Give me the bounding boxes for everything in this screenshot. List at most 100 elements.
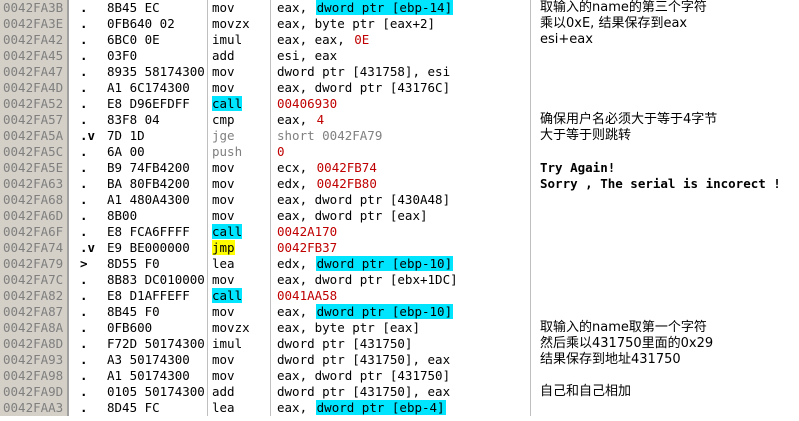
instruction-row[interactable]: 0042FA74 .v E9 BE000000 jmp 0042FB37 <box>0 240 799 256</box>
instruction-row[interactable]: 0042FA52. E8 D96EFDFF call 00406930 <box>0 96 799 112</box>
column-divider <box>67 176 69 192</box>
mnemonic-cell: mov <box>212 352 270 368</box>
mnemonic-text: mov <box>212 64 235 79</box>
instruction-row[interactable]: 0042FAA3. 8D45 FC lea eax, dword ptr [ebp-4… <box>0 400 799 416</box>
column-divider <box>207 304 208 320</box>
column-divider <box>207 288 208 304</box>
instruction-row[interactable]: 0042FA79 >8D55 F0 lea edx, dword ptr [ebp-1… <box>0 256 799 272</box>
column-divider <box>207 144 208 160</box>
column-divider <box>67 400 69 416</box>
instruction-row[interactable]: 0042FA4D. A1 6C174300 mov eax, dword ptr [4… <box>0 80 799 96</box>
column-divider <box>207 128 208 144</box>
operands-cell: 0041AA58 <box>276 288 338 304</box>
column-divider <box>530 96 531 112</box>
instruction-row[interactable]: 0042FA3B. 8B45 EC mov eax, dword ptr [ebp-1… <box>0 0 799 16</box>
column-divider <box>270 16 271 32</box>
mnemonic-cell: lea <box>212 256 270 272</box>
operands-cell: dword ptr [431758], esi <box>276 64 451 80</box>
comment-cell: 结果保存到地址431750 <box>540 352 681 367</box>
column-divider <box>67 16 69 32</box>
operand-memory-highlight: dword ptr [ebp-10] <box>315 304 454 319</box>
operand-text: eax, <box>277 112 315 127</box>
instruction-row[interactable]: 0042FA63. BA 80FB4200 mov edx, 0042FB80 Sorr… <box>0 176 799 192</box>
jump-marker: . <box>80 368 88 383</box>
instruction-row[interactable]: 0042FA6D. 8B00 mov eax, dword ptr [eax] <box>0 208 799 224</box>
column-divider <box>270 288 271 304</box>
column-divider <box>207 96 208 112</box>
instruction-row[interactable]: 0042FA57. 83F8 04 cmp eax, 4 确保用户名必须大于等于4字节 <box>0 112 799 128</box>
instruction-row[interactable]: 0042FA6F. E8 FCA6FFFF call 0042A170 <box>0 224 799 240</box>
instruction-row[interactable]: 0042FA47. 8935 58174300 mov dword ptr [4317… <box>0 64 799 80</box>
mnemonic-cell: mov <box>212 208 270 224</box>
instruction-row[interactable]: 0042FA8A. 0FB600 movzx eax, byte ptr [eax] 取… <box>0 320 799 336</box>
column-divider <box>270 80 271 96</box>
jump-marker: . <box>80 288 88 303</box>
comment-cell: 确保用户名必须大于等于4字节 <box>540 112 718 127</box>
column-divider <box>207 368 208 384</box>
jump-marker: . <box>80 160 88 175</box>
mnemonic-text: movzx <box>212 320 250 335</box>
column-divider <box>67 144 69 160</box>
address-cell: 0042FA9D <box>0 384 67 400</box>
jump-marker: . <box>80 336 88 351</box>
comment-cell: 然后乘以431750里面的0x29 <box>540 336 714 351</box>
operand-constant: 0042FB74 <box>316 160 377 175</box>
mnemonic-text: cmp <box>212 112 235 127</box>
hex-bytes-cell: E9 BE000000 <box>107 240 190 255</box>
column-divider <box>270 256 271 272</box>
mnemonic-text: imul <box>212 32 243 47</box>
column-divider <box>270 384 271 400</box>
disassembly-listing[interactable]: 0042FA3B. 8B45 EC mov eax, dword ptr [ebp-1… <box>0 0 799 421</box>
column-divider <box>270 224 271 240</box>
operand-memory-highlight: dword ptr [ebp-4] <box>315 400 446 415</box>
operands-cell: edx, 0042FB80 <box>276 176 378 192</box>
column-divider <box>67 96 69 112</box>
column-divider <box>270 272 271 288</box>
column-divider <box>207 48 208 64</box>
mnemonic-text: mov <box>212 160 235 175</box>
operands-cell: ecx, 0042FB74 <box>276 160 378 176</box>
instruction-row[interactable]: 0042FA9D. 0105 50174300 add dword ptr [4317… <box>0 384 799 400</box>
hex-bytes-cell: A1 6C174300 <box>107 80 190 95</box>
column-divider <box>270 400 271 416</box>
column-divider <box>270 64 271 80</box>
instruction-row[interactable]: 0042FA42. 6BC0 0E imul eax, eax, 0E esi+eax <box>0 32 799 48</box>
instruction-row[interactable]: 0042FA87. 8B45 F0 mov eax, dword ptr [ebp-1… <box>0 304 799 320</box>
instruction-row[interactable]: 0042FA93. A3 50174300 mov dword ptr [431750… <box>0 352 799 368</box>
column-divider <box>67 128 69 144</box>
mnemonic-cell: mov <box>212 272 270 288</box>
jump-marker: . <box>80 112 88 127</box>
comment-cell: 取输入的name取第一个字符 <box>540 320 707 335</box>
column-divider <box>270 48 271 64</box>
column-divider <box>207 240 208 256</box>
column-divider <box>67 64 69 80</box>
instruction-row[interactable]: 0042FA82. E8 D1AFFEFF call 0041AA58 <box>0 288 799 304</box>
instruction-row[interactable]: 0042FA3E. 0FB640 02 movzx eax, byte ptr [ea… <box>0 16 799 32</box>
instruction-row[interactable]: 0042FA7C. 8B83 DC010000 mov eax, dword ptr … <box>0 272 799 288</box>
mnemonic-text: mov <box>212 176 235 191</box>
instruction-row[interactable]: 0042FA98. A1 50174300 mov eax, dword ptr [4… <box>0 368 799 384</box>
instruction-row[interactable]: 0042FA5E. B9 74FB4200 mov ecx, 0042FB74 Try … <box>0 160 799 176</box>
address-cell: 0042FA6D <box>0 208 67 224</box>
operand-constant: 0041AA58 <box>277 288 338 303</box>
column-divider <box>67 240 69 256</box>
jump-marker: . <box>80 32 88 47</box>
address-cell: 0042FA74 <box>0 240 67 256</box>
mnemonic-text: movzx <box>212 16 250 31</box>
hex-bytes-cell: B9 74FB4200 <box>107 160 190 175</box>
column-divider <box>270 0 271 16</box>
operand-text: dword ptr [431750], eax <box>277 384 451 399</box>
operand-constant: 0042FB80 <box>316 176 377 191</box>
operands-cell: eax, byte ptr [eax] <box>276 320 421 336</box>
instruction-row[interactable]: 0042FA8D. F72D 50174300 imul dword ptr [431… <box>0 336 799 352</box>
instruction-row[interactable]: 0042FA68. A1 480A4300 mov eax, dword ptr [4… <box>0 192 799 208</box>
instruction-row[interactable]: 0042FA5A .v 7D 1D jge short 0042FA79 大于等于则跳转 <box>0 128 799 144</box>
instruction-row[interactable]: 0042FA45. 03F0 add esi, eax <box>0 48 799 64</box>
operands-cell: dword ptr [431750], eax <box>276 384 451 400</box>
operand-text: ecx, <box>277 160 315 175</box>
address-cell: 0042FA5E <box>0 160 67 176</box>
column-divider <box>530 144 531 160</box>
instruction-row[interactable]: 0042FA5C. 6A 00 push 0 <box>0 144 799 160</box>
hex-bytes-cell: 8D45 FC <box>107 400 160 415</box>
column-divider <box>67 112 69 128</box>
